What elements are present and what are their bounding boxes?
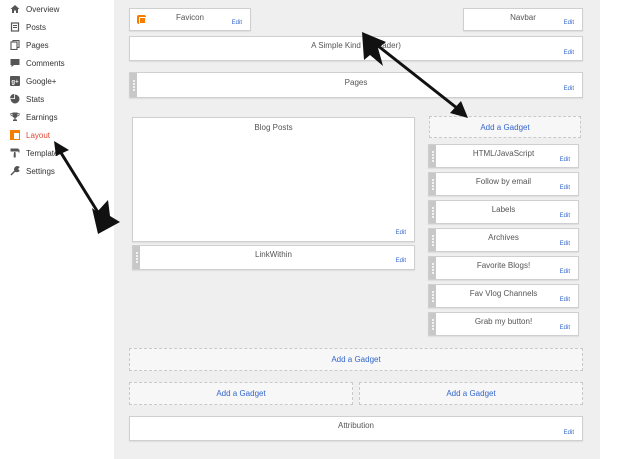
gadget-title: Pages	[344, 78, 368, 87]
edit-link[interactable]: Edit	[560, 185, 570, 191]
gadget-title: Favorite Blogs!	[476, 261, 531, 270]
sidebar-gadget[interactable]: Archives Edit	[428, 228, 579, 252]
add-gadget-footer[interactable]: Add a Gadget	[129, 348, 583, 371]
comments-icon	[10, 58, 20, 68]
sidebar-gadget[interactable]: Grab my button! Edit	[428, 312, 579, 336]
add-gadget-link[interactable]: Add a Gadget	[331, 355, 380, 364]
gadget-title: Blog Posts	[254, 123, 293, 132]
add-gadget-link[interactable]: Add a Gadget	[480, 123, 529, 132]
gadget-title: A Simple Kind of Reader)	[311, 41, 401, 50]
attribution-gadget[interactable]: Attribution Edit	[129, 416, 583, 441]
sidebar-item-template[interactable]: Template	[10, 145, 58, 161]
posts-icon	[10, 22, 20, 32]
edit-link[interactable]: Edit	[564, 20, 574, 26]
gadget-title: LinkWithin	[255, 250, 292, 259]
sidebar-nav: Overview Posts Pages Comments g+ Google+…	[0, 0, 112, 459]
add-gadget-sidebar[interactable]: Add a Gadget	[429, 116, 581, 138]
sidebar-item-posts[interactable]: Posts	[10, 19, 46, 35]
favicon-gadget[interactable]: Favicon Edit	[129, 8, 251, 31]
sidebar-item-label: Layout	[26, 130, 51, 140]
gadget-title: Attribution	[337, 421, 375, 430]
edit-link[interactable]: Edit	[560, 269, 570, 275]
gadget-title: Archives	[488, 233, 519, 242]
sidebar-item-label: Posts	[26, 22, 47, 32]
pages-gadget[interactable]: Pages Edit	[129, 72, 583, 98]
blog-posts-gadget[interactable]: Blog Posts Edit	[132, 117, 415, 242]
sidebar-item-label: Settings	[26, 166, 55, 176]
google-plus-icon: g+	[10, 76, 20, 86]
edit-link[interactable]: Edit	[232, 20, 242, 26]
edit-link[interactable]: Edit	[560, 213, 570, 219]
sidebar-item-label: Overview	[26, 4, 60, 14]
gadget-title: Follow by email	[475, 177, 532, 186]
gadget-title: Fav Vlog Channels	[469, 289, 538, 298]
edit-link[interactable]: Edit	[564, 430, 574, 436]
edit-link[interactable]: Edit	[396, 230, 406, 236]
layout-icon	[10, 130, 20, 140]
sidebar-item-settings[interactable]: Settings	[10, 163, 55, 179]
sidebar-gadget[interactable]: Follow by email Edit	[428, 172, 579, 196]
header-gadget[interactable]: A Simple Kind of Reader) Edit	[129, 36, 583, 61]
sidebar-item-google-plus[interactable]: g+ Google+	[10, 73, 56, 89]
sidebar-item-comments[interactable]: Comments	[10, 55, 65, 71]
edit-link[interactable]: Edit	[560, 325, 570, 331]
sidebar-item-overview[interactable]: Overview	[10, 1, 59, 17]
template-icon	[10, 148, 20, 158]
pages-icon	[10, 40, 20, 50]
sidebar-item-layout[interactable]: Layout	[10, 127, 50, 143]
edit-link[interactable]: Edit	[560, 157, 570, 163]
sidebar-item-label: Earnings	[26, 112, 58, 122]
sidebar-item-stats[interactable]: Stats	[10, 91, 44, 107]
gadget-title: Favicon	[175, 13, 204, 22]
blogger-icon	[137, 15, 146, 24]
sidebar-item-label: Comments	[26, 58, 65, 68]
navbar-gadget[interactable]: Navbar Edit	[463, 8, 583, 31]
add-gadget-link[interactable]: Add a Gadget	[216, 389, 265, 398]
sidebar-item-label: Template	[26, 148, 59, 158]
sidebar-item-label: Google+	[26, 76, 57, 86]
sidebar-item-earnings[interactable]: Earnings	[10, 109, 58, 125]
sidebar-gadget[interactable]: Fav Vlog Channels Edit	[428, 284, 579, 308]
stats-icon	[10, 94, 20, 104]
add-gadget-footer-left[interactable]: Add a Gadget	[129, 382, 353, 405]
sidebar-gadget[interactable]: HTML/JavaScript Edit	[428, 144, 579, 168]
edit-link[interactable]: Edit	[564, 50, 574, 56]
sidebar-gadget[interactable]: Labels Edit	[428, 200, 579, 224]
linkwithin-gadget[interactable]: LinkWithin Edit	[132, 245, 415, 270]
home-icon	[10, 4, 20, 14]
svg-text:g+: g+	[11, 80, 19, 86]
sidebar-gadget[interactable]: Favorite Blogs! Edit	[428, 256, 579, 280]
wrench-icon	[10, 166, 20, 176]
sidebar-item-label: Stats	[26, 94, 45, 104]
trophy-icon	[10, 112, 20, 122]
edit-link[interactable]: Edit	[396, 258, 406, 264]
add-gadget-link[interactable]: Add a Gadget	[446, 389, 495, 398]
add-gadget-footer-right[interactable]: Add a Gadget	[359, 382, 583, 405]
gadget-title: Labels	[491, 205, 516, 214]
gadget-title: HTML/JavaScript	[472, 149, 535, 158]
sidebar-item-label: Pages	[26, 40, 49, 50]
edit-link[interactable]: Edit	[564, 86, 574, 92]
layout-canvas: Favicon Edit Navbar Edit A Simple Kind o…	[114, 0, 600, 459]
gadget-title: Grab my button!	[474, 317, 533, 326]
sidebar-item-pages[interactable]: Pages	[10, 37, 49, 53]
edit-link[interactable]: Edit	[560, 297, 570, 303]
edit-link[interactable]: Edit	[560, 241, 570, 247]
